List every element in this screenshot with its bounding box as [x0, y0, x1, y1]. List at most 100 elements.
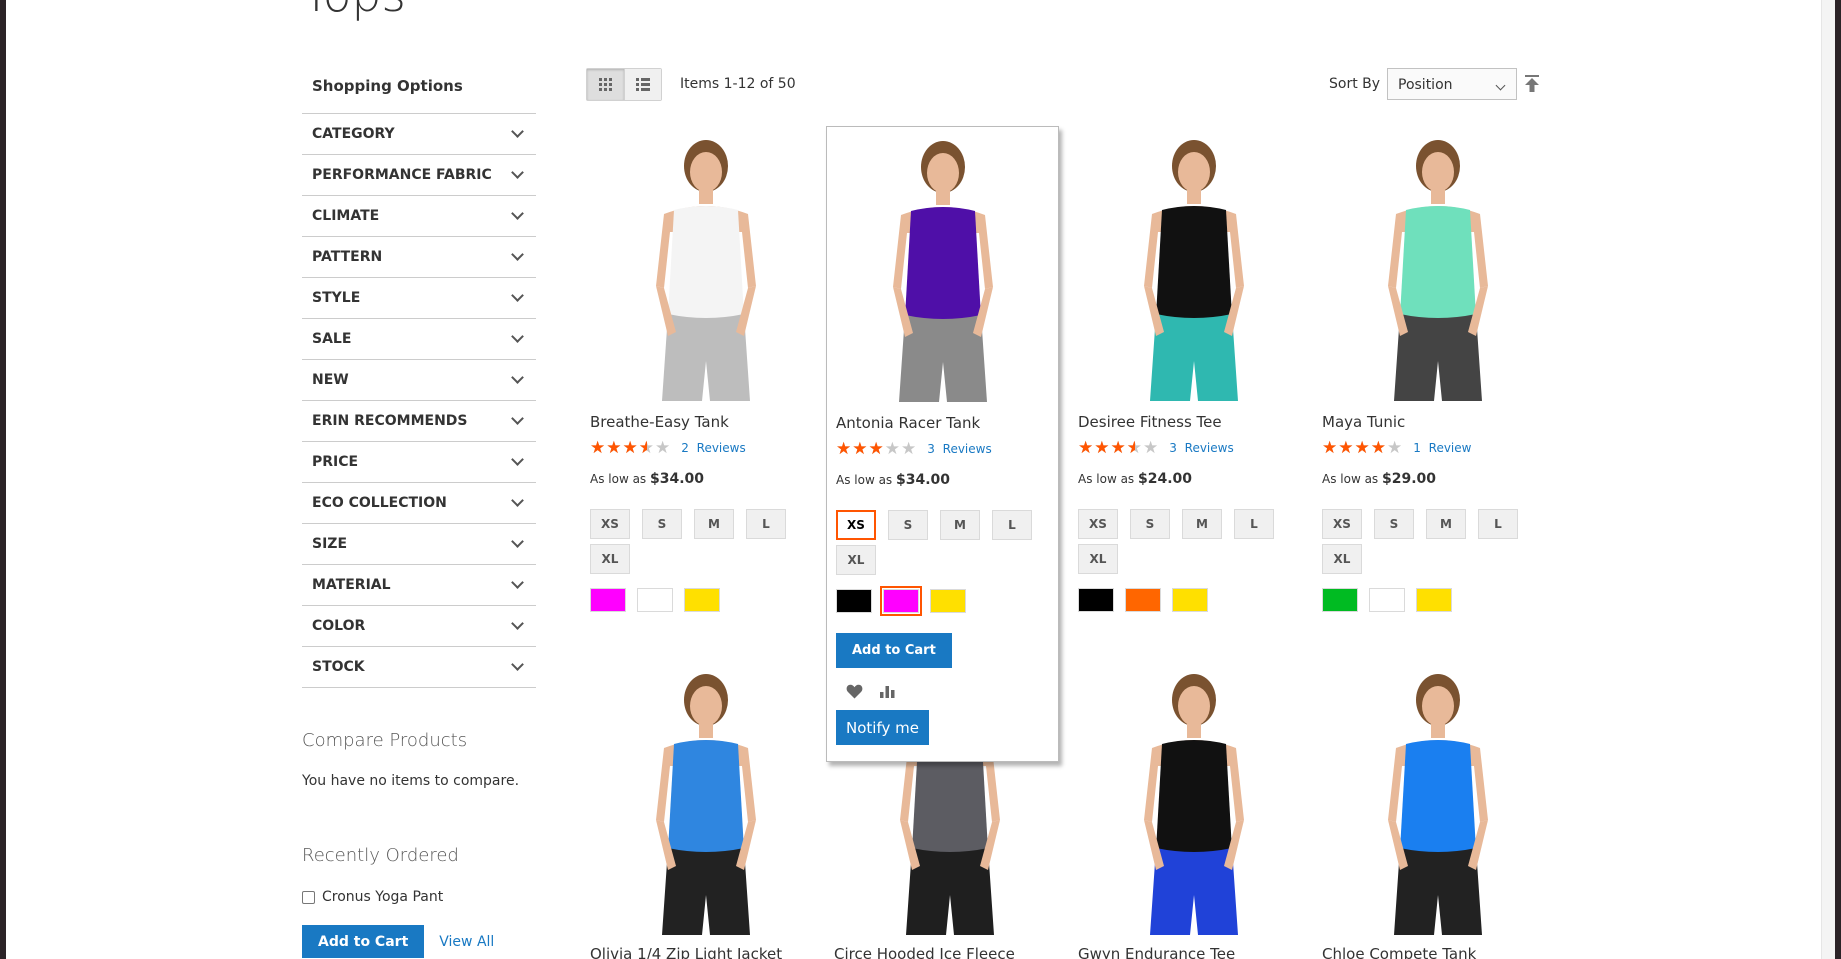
- chevron-down-icon: [511, 248, 524, 261]
- add-to-cart-button[interactable]: Add to Cart: [836, 633, 952, 668]
- product-name-link[interactable]: Breathe-Easy Tank: [590, 413, 822, 433]
- size-option-xs[interactable]: XS: [836, 510, 876, 540]
- product-name-link[interactable]: Antonia Racer Tank: [836, 414, 1049, 434]
- color-option[interactable]: [1416, 588, 1452, 612]
- color-swatches: [836, 586, 1049, 616]
- product-price: As low as $34.00: [590, 471, 705, 487]
- filter-erin-recommends[interactable]: Erin Recommends: [302, 401, 536, 442]
- size-option-m[interactable]: M: [940, 510, 980, 540]
- size-option-s[interactable]: S: [888, 510, 928, 540]
- list-icon: [636, 78, 650, 91]
- recent-item-label: Cronus Yoga Pant: [322, 889, 444, 905]
- filter-climate[interactable]: Climate: [302, 196, 536, 237]
- size-option-l[interactable]: L: [992, 510, 1032, 540]
- size-option-xs[interactable]: XS: [590, 509, 630, 539]
- filter-material[interactable]: Material: [302, 565, 536, 606]
- size-option-l[interactable]: L: [746, 509, 786, 539]
- recent-item-checkbox[interactable]: [302, 890, 315, 904]
- size-option-xl[interactable]: XL: [1078, 544, 1118, 574]
- product-name-link[interactable]: Circe Hooded Ice Fleece: [834, 945, 1066, 959]
- color-option[interactable]: [836, 589, 872, 613]
- color-option[interactable]: [684, 588, 720, 612]
- sort-direction-arrow-icon[interactable]: [1524, 75, 1540, 93]
- compare-empty-message: You have no items to compare.: [302, 773, 520, 789]
- size-option-xs[interactable]: XS: [1078, 509, 1118, 539]
- filter-eco-collection[interactable]: Eco Collection: [302, 483, 536, 524]
- filter-price[interactable]: Price: [302, 442, 536, 483]
- reviews-link[interactable]: 3 Reviews: [927, 442, 992, 456]
- size-option-l[interactable]: L: [1478, 509, 1518, 539]
- filter-performance-fabric[interactable]: Performance Fabric: [302, 155, 536, 196]
- color-swatches: [590, 588, 822, 612]
- size-option-s[interactable]: S: [642, 509, 682, 539]
- product-image[interactable]: [590, 136, 822, 401]
- product-image[interactable]: [1322, 136, 1554, 401]
- color-option[interactable]: [930, 589, 966, 613]
- filter-color[interactable]: Color: [302, 606, 536, 647]
- page-title: Tops: [302, 0, 406, 19]
- size-option-xl[interactable]: XL: [1322, 544, 1362, 574]
- view-all-link[interactable]: View All: [439, 934, 494, 950]
- size-option-xl[interactable]: XL: [836, 545, 876, 575]
- product-item[interactable]: Chloe Compete Tank: [1322, 670, 1554, 959]
- scrollbar[interactable]: [1821, 0, 1835, 959]
- product-image[interactable]: [1078, 136, 1310, 401]
- product-image[interactable]: [590, 670, 822, 935]
- color-option[interactable]: [880, 586, 922, 616]
- product-name-link[interactable]: Maya Tunic: [1322, 413, 1554, 433]
- color-option[interactable]: [1078, 588, 1114, 612]
- size-option-xs[interactable]: XS: [1322, 509, 1362, 539]
- filter-size[interactable]: Size: [302, 524, 536, 565]
- recent-add-to-cart-button[interactable]: Add to Cart: [302, 925, 425, 958]
- color-option[interactable]: [1369, 588, 1405, 612]
- sidebar: Shopping Options Category Performance Fa…: [302, 66, 536, 688]
- filter-sale[interactable]: Sale: [302, 319, 536, 360]
- window-edge-right: [1835, 0, 1841, 959]
- product-name-link[interactable]: Gwyn Endurance Tee: [1078, 945, 1310, 959]
- size-option-m[interactable]: M: [1426, 509, 1466, 539]
- filter-style[interactable]: Style: [302, 278, 536, 319]
- filter-stock[interactable]: Stock: [302, 647, 536, 688]
- size-option-m[interactable]: M: [1182, 509, 1222, 539]
- product-name-link[interactable]: Desiree Fitness Tee: [1078, 413, 1310, 433]
- product-rating: ★★★★★★★★★★ 3 Reviews: [836, 439, 1049, 459]
- product-item-hovered[interactable]: Antonia Racer Tank ★★★★★★★★★★ 3 Reviews …: [826, 126, 1059, 762]
- color-option[interactable]: [637, 588, 673, 612]
- compare-icon[interactable]: [879, 684, 896, 699]
- reviews-link[interactable]: 2 Reviews: [681, 441, 746, 455]
- size-option-s[interactable]: S: [1374, 509, 1414, 539]
- filter-new[interactable]: New: [302, 360, 536, 401]
- color-option[interactable]: [590, 588, 626, 612]
- product-name-link[interactable]: Olivia 1/4 Zip Light Jacket: [590, 945, 822, 959]
- chevron-down-icon: [511, 125, 524, 138]
- size-swatches: XS S M L XL: [836, 510, 1056, 575]
- product-item[interactable]: Desiree Fitness Tee ★★★★★★★★★★ 3 Reviews…: [1078, 136, 1310, 612]
- size-option-l[interactable]: L: [1234, 509, 1274, 539]
- filter-pattern[interactable]: Pattern: [302, 237, 536, 278]
- filter-category[interactable]: Category: [302, 114, 536, 155]
- list-mode-button[interactable]: [624, 69, 661, 100]
- chevron-down-icon: [511, 207, 524, 220]
- product-image[interactable]: [1078, 670, 1310, 935]
- product-item[interactable]: Breathe-Easy Tank ★★★★★★★★★★ 2 Reviews A…: [590, 136, 822, 612]
- color-option[interactable]: [1125, 588, 1161, 612]
- size-option-xl[interactable]: XL: [590, 544, 630, 574]
- grid-mode-button[interactable]: [587, 69, 624, 100]
- product-item[interactable]: Olivia 1/4 Zip Light Jacket: [590, 670, 822, 959]
- product-item[interactable]: Gwyn Endurance Tee: [1078, 670, 1310, 959]
- product-image[interactable]: [1322, 670, 1554, 935]
- product-name-link[interactable]: Chloe Compete Tank: [1322, 945, 1554, 959]
- notify-me-button[interactable]: Notify me: [836, 710, 929, 745]
- product-image[interactable]: [836, 137, 1049, 402]
- view-mode-switcher: [586, 68, 662, 101]
- grid-icon: [599, 78, 612, 91]
- color-option[interactable]: [1322, 588, 1358, 612]
- sort-by-select[interactable]: Position: [1387, 68, 1517, 100]
- product-item[interactable]: Maya Tunic ★★★★★★★★★★ 1 Review As low as…: [1322, 136, 1554, 612]
- wishlist-heart-icon[interactable]: [846, 684, 863, 699]
- color-option[interactable]: [1172, 588, 1208, 612]
- size-option-s[interactable]: S: [1130, 509, 1170, 539]
- size-option-m[interactable]: M: [694, 509, 734, 539]
- reviews-link[interactable]: 3 Reviews: [1169, 441, 1234, 455]
- reviews-link[interactable]: 1 Review: [1413, 441, 1471, 455]
